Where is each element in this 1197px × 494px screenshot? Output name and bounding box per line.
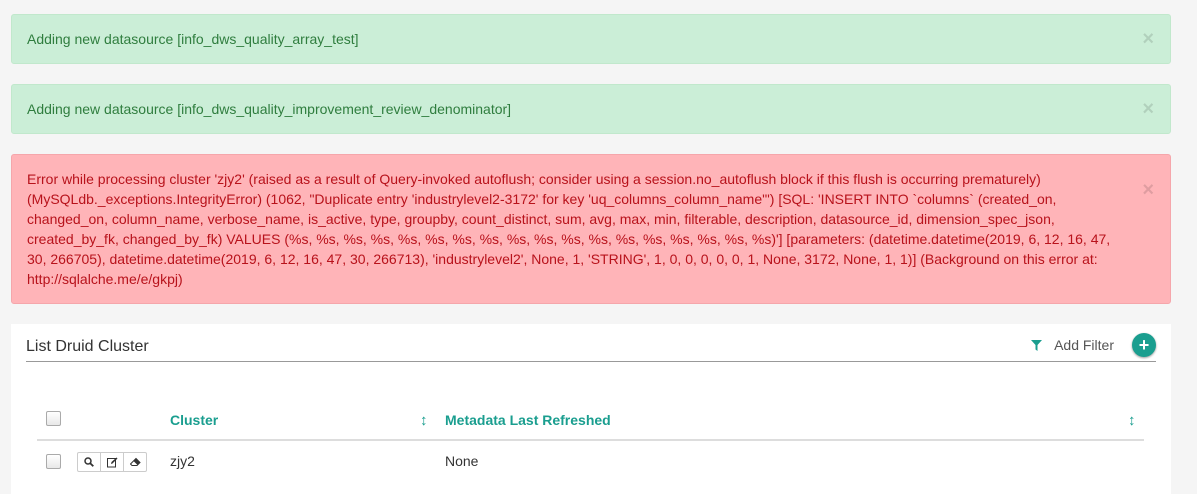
edit-icon [106,457,117,467]
druid-cluster-panel: List Druid Cluster Add Filter + Cluster … [11,324,1171,494]
alert-success-2: Adding new datasource [info_dws_quality_… [11,84,1171,134]
sort-icon[interactable]: ↕ [1128,412,1136,429]
add-filter-button[interactable]: Add Filter [1031,337,1114,353]
page-title: List Druid Cluster [26,338,149,355]
show-record-button[interactable] [77,452,101,472]
column-header-cluster[interactable]: Cluster [170,412,218,428]
edit-record-button[interactable] [100,452,124,472]
add-cluster-button[interactable]: + [1132,333,1156,357]
row-actions [77,452,147,472]
close-icon[interactable]: × [1142,99,1154,119]
cluster-name-cell: zjy2 [170,453,195,469]
metadata-last-refreshed-cell: None [445,453,479,469]
table-row: zjy2 None [37,441,1144,481]
alert-message: Error while processing cluster 'zjy2' (r… [27,171,1111,287]
alert-success-1: Adding new datasource [info_dws_quality_… [11,14,1171,64]
cluster-table: Cluster ↕ Metadata Last Refreshed ↕ zjy2… [37,402,1144,481]
add-filter-label: Add Filter [1054,337,1114,353]
panel-heading: List Druid Cluster Add Filter + [26,324,1156,362]
alert-message: Adding new datasource [info_dws_quality_… [27,31,359,47]
alert-error: Error while processing cluster 'zjy2' (r… [11,154,1171,304]
column-header-metadata-last-refreshed[interactable]: Metadata Last Refreshed [445,412,611,428]
alert-message: Adding new datasource [info_dws_quality_… [27,101,512,117]
select-all-checkbox[interactable] [46,411,61,426]
close-icon[interactable]: × [1142,29,1154,49]
eraser-icon [129,457,141,466]
close-icon[interactable]: × [1142,180,1154,200]
search-icon [84,457,94,467]
sort-icon[interactable]: ↕ [420,412,428,429]
plus-icon: + [1138,335,1150,355]
delete-record-button[interactable] [123,452,147,472]
table-header: Cluster ↕ Metadata Last Refreshed ↕ [37,402,1144,441]
row-checkbox[interactable] [46,454,61,469]
filter-icon [1031,339,1043,351]
